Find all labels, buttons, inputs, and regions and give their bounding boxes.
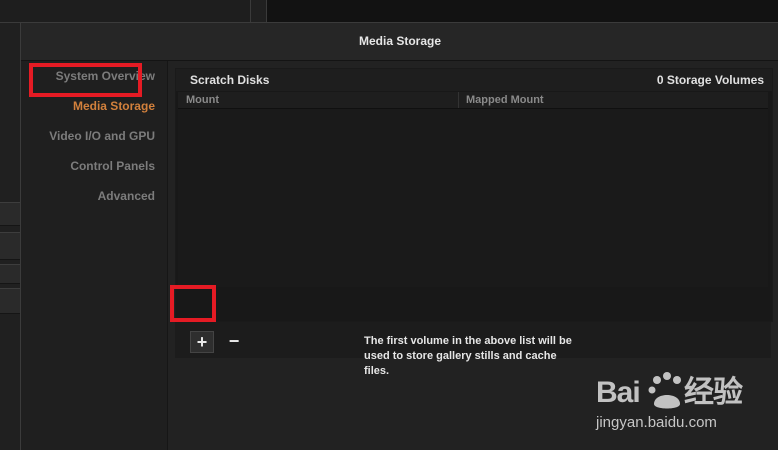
baidu-logo: Bai 经验 <box>596 370 746 420</box>
remove-volume-button[interactable]: − <box>223 331 245 351</box>
baidu-watermark: Bai 经验 jingyan.baidu.com <box>596 364 776 436</box>
column-header-mapped-mount[interactable]: Mapped Mount <box>466 94 544 106</box>
background-bar <box>0 232 20 260</box>
volumes-table-header: Mount Mapped Mount <box>178 92 768 109</box>
scratch-disks-title: Scratch Disks <box>190 73 270 87</box>
storage-volumes-count: 0 Storage Volumes <box>656 73 764 87</box>
svg-text:Bai: Bai <box>596 376 640 409</box>
screen: Media Storage System Overview Media Stor… <box>0 0 778 450</box>
scratch-disks-panel: Scratch Disks 0 Storage Volumes Mount Ma… <box>175 68 773 322</box>
add-button-highlight-box <box>170 285 216 322</box>
baidu-watermark-url: jingyan.baidu.com <box>596 414 717 431</box>
sidebar-item-advanced[interactable]: Advanced <box>98 189 155 203</box>
background-viewer <box>266 0 778 22</box>
background-bar <box>0 288 20 314</box>
dialog-title: Media Storage <box>21 23 778 61</box>
volumes-list[interactable] <box>178 109 768 287</box>
sidebar-item-video-io-gpu[interactable]: Video I/O and GPU <box>49 129 155 143</box>
sidebar-item-control-panels[interactable]: Control Panels <box>70 159 155 173</box>
background-bar <box>0 202 20 226</box>
sidebar-item-media-storage[interactable]: Media Storage <box>73 99 155 113</box>
media-storage-highlight-box <box>29 63 142 97</box>
column-divider[interactable] <box>458 92 459 108</box>
background-bar <box>0 264 20 284</box>
settings-sidebar: System Overview Media Storage Video I/O … <box>21 61 168 450</box>
scratch-disks-header: Scratch Disks 0 Storage Volumes <box>176 69 772 91</box>
storage-info-text: The first volume in the above list will … <box>364 335 572 377</box>
background-panel <box>0 0 251 23</box>
baidu-logo-icon: Bai 经验 <box>596 372 744 409</box>
svg-text:经验: 经验 <box>684 375 743 409</box>
column-header-mount[interactable]: Mount <box>186 94 219 106</box>
add-volume-button[interactable]: + <box>190 331 214 353</box>
